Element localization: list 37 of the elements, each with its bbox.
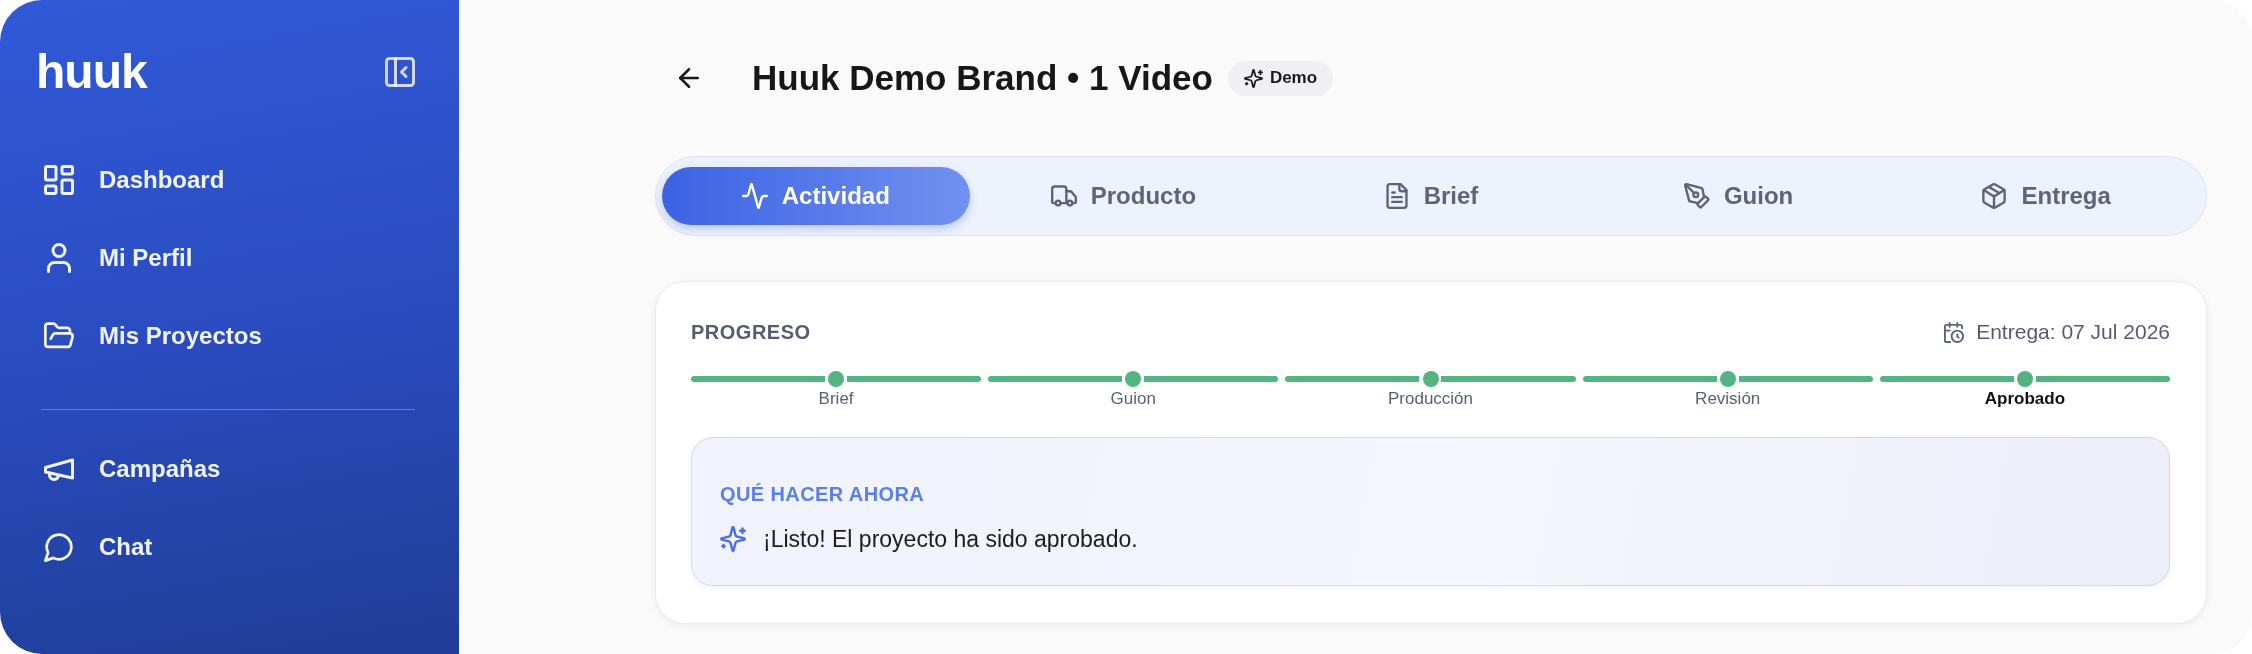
user-icon (44, 243, 74, 273)
nav-item[interactable]: Mis Proyectos (36, 308, 415, 364)
sidebar-panel-icon (385, 57, 415, 87)
nav-item[interactable]: Chat (36, 519, 415, 575)
panel-heading: QUÉ HACER AHORA (720, 482, 926, 506)
section-title: PROGRESO (691, 320, 811, 344)
nav-item[interactable]: Dashboard (36, 152, 415, 208)
step-label: Guion (1110, 389, 1156, 409)
tab[interactable]: Actividad (662, 167, 970, 225)
sparkles-icon (1243, 68, 1263, 88)
grid-icon (44, 165, 74, 195)
tab[interactable]: Entrega (1892, 167, 2200, 225)
tab[interactable]: Producto (969, 167, 1278, 225)
truck-icon (1050, 183, 1077, 209)
back-button[interactable] (679, 68, 699, 88)
step-label: Aprobado (1984, 389, 2066, 409)
tag-label: Demo (1269, 68, 1318, 88)
step-label: Revisión (1695, 389, 1761, 409)
page-title: Huuk Demo Brand • 1 Video (752, 58, 1213, 98)
pen-nib-icon (1683, 183, 1710, 209)
tab[interactable]: Guion (1584, 167, 1893, 225)
pulse-line-icon (741, 183, 768, 209)
document-icon (1383, 183, 1410, 209)
chat-bubble-icon (44, 532, 74, 562)
collapse-sidebar-button[interactable] (385, 57, 415, 87)
sparkles-icon (720, 526, 746, 552)
folder-icon (44, 321, 74, 351)
step-label: Brief (818, 389, 854, 409)
due-date: Entrega: 07 Jul 2026 (1976, 320, 2170, 344)
step-label: Producción (1387, 389, 1474, 409)
tab[interactable]: Brief (1277, 167, 1585, 225)
nav-item[interactable]: Mi Perfil (36, 230, 415, 286)
logo: huuk (36, 50, 147, 94)
box-icon (1981, 183, 2008, 209)
status-message: ¡Listo! El proyecto ha sido aprobado. (763, 525, 1138, 553)
calendar-clock-icon (1943, 321, 1965, 343)
nav-item[interactable]: Campañas (36, 441, 415, 497)
